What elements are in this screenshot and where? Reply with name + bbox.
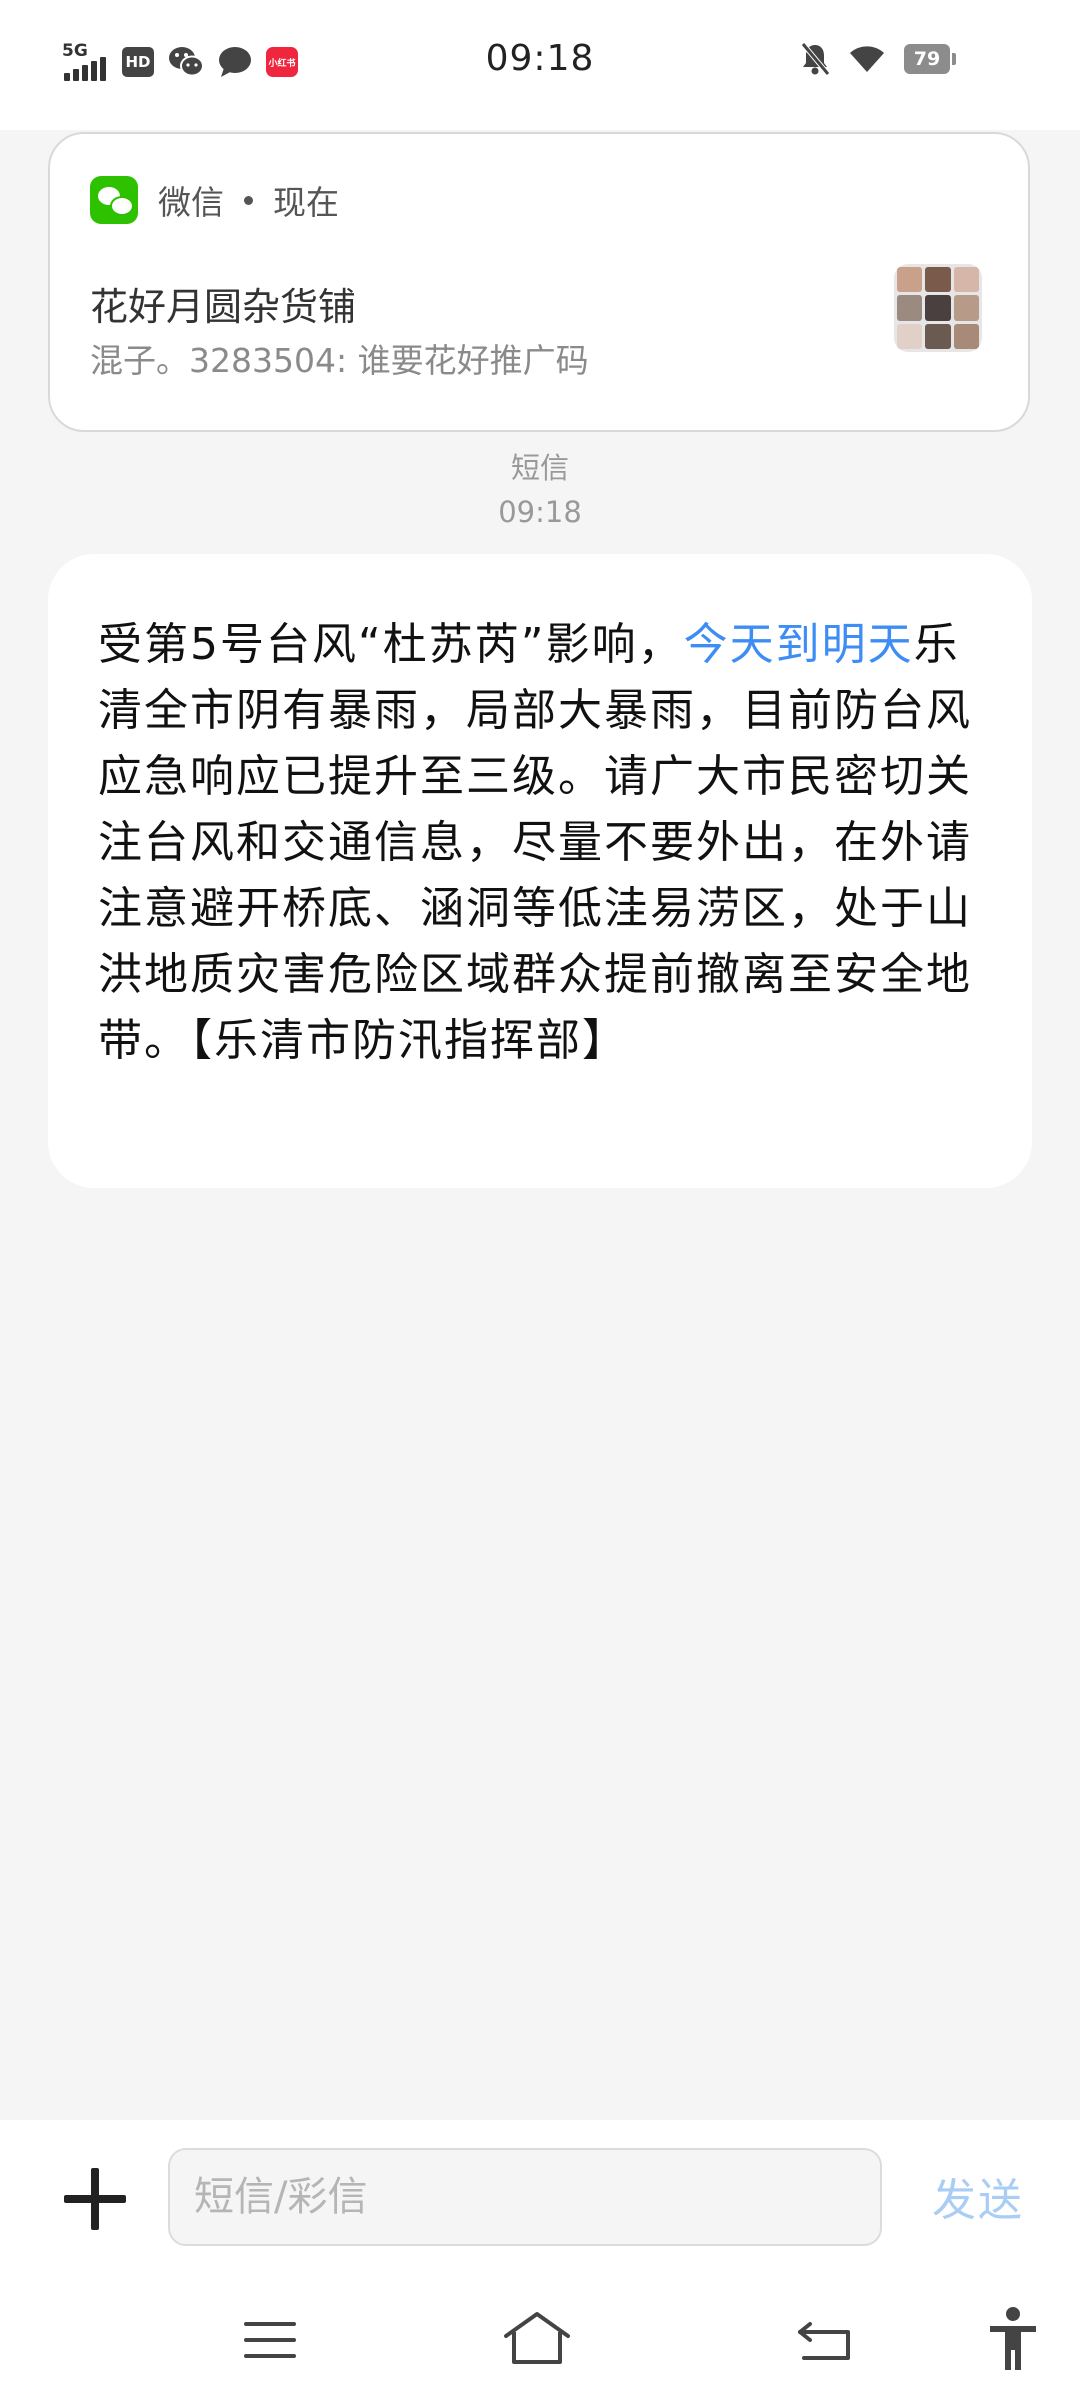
message-text-part: 乐清全市阴有暴雨，局部大暴雨，目前防台风应急响应已提升至三级。请广大市民密切关注…: [98, 619, 972, 1066]
status-right-icons: 79: [800, 42, 956, 76]
avatar-tile: [897, 323, 923, 349]
group-avatar: [894, 264, 982, 352]
wifi-icon: [850, 46, 884, 72]
menu-icon[interactable]: [244, 2320, 296, 2360]
plus-icon[interactable]: [64, 2168, 126, 2230]
message-bubble[interactable]: 受第5号台风“杜苏芮”影响，今天到明天乐清全市阴有暴雨，局部大暴雨，目前防台风应…: [48, 554, 1032, 1188]
wechat-app-icon: [90, 176, 138, 224]
avatar-tile: [925, 295, 951, 321]
notification-time: 现在: [273, 183, 339, 222]
notification-app-name: 微信: [158, 183, 224, 222]
home-icon[interactable]: [502, 2310, 572, 2366]
avatar-tile: [925, 323, 951, 349]
wechat-notification[interactable]: 微信 现在 花好月圆杂货铺 混子。3283504: 谁要花好推广码: [48, 132, 1030, 432]
avatar-tile: [925, 267, 951, 293]
message-text-part: 受第5号台风“杜苏芮”影响，: [98, 619, 684, 670]
date-link[interactable]: 今天到明天: [684, 619, 914, 670]
message-input[interactable]: [168, 2148, 882, 2246]
notification-body: 混子。3283504: 谁要花好推广码: [90, 341, 589, 380]
message-meta: 短信 09:18: [0, 446, 1080, 534]
battery-icon: 79: [904, 44, 956, 74]
message-time: 09:18: [498, 495, 582, 529]
composer-bar: 发送: [0, 2120, 1080, 2280]
send-button[interactable]: 发送: [932, 2164, 1024, 2228]
back-icon[interactable]: [796, 2318, 852, 2362]
separator-dot: [244, 195, 253, 205]
avatar-tile: [897, 267, 923, 293]
accessibility-icon[interactable]: [988, 2306, 1038, 2372]
status-bar: 5G HD 小红书 09:18 79: [0, 0, 1080, 130]
message-text: 受第5号台风“杜苏芮”影响，今天到明天乐清全市阴有暴雨，局部大暴雨，目前防台风应…: [98, 612, 982, 1074]
notification-header: 微信 现在: [90, 176, 339, 224]
avatar-tile: [953, 323, 979, 349]
message-source: 短信: [510, 451, 569, 485]
avatar-tile: [897, 295, 923, 321]
avatar-tile: [953, 295, 979, 321]
notification-title: 花好月圆杂货铺: [90, 285, 357, 329]
navigation-bar: [0, 2280, 1080, 2400]
avatar-tile: [953, 267, 979, 293]
mute-bell-icon: [801, 42, 830, 76]
